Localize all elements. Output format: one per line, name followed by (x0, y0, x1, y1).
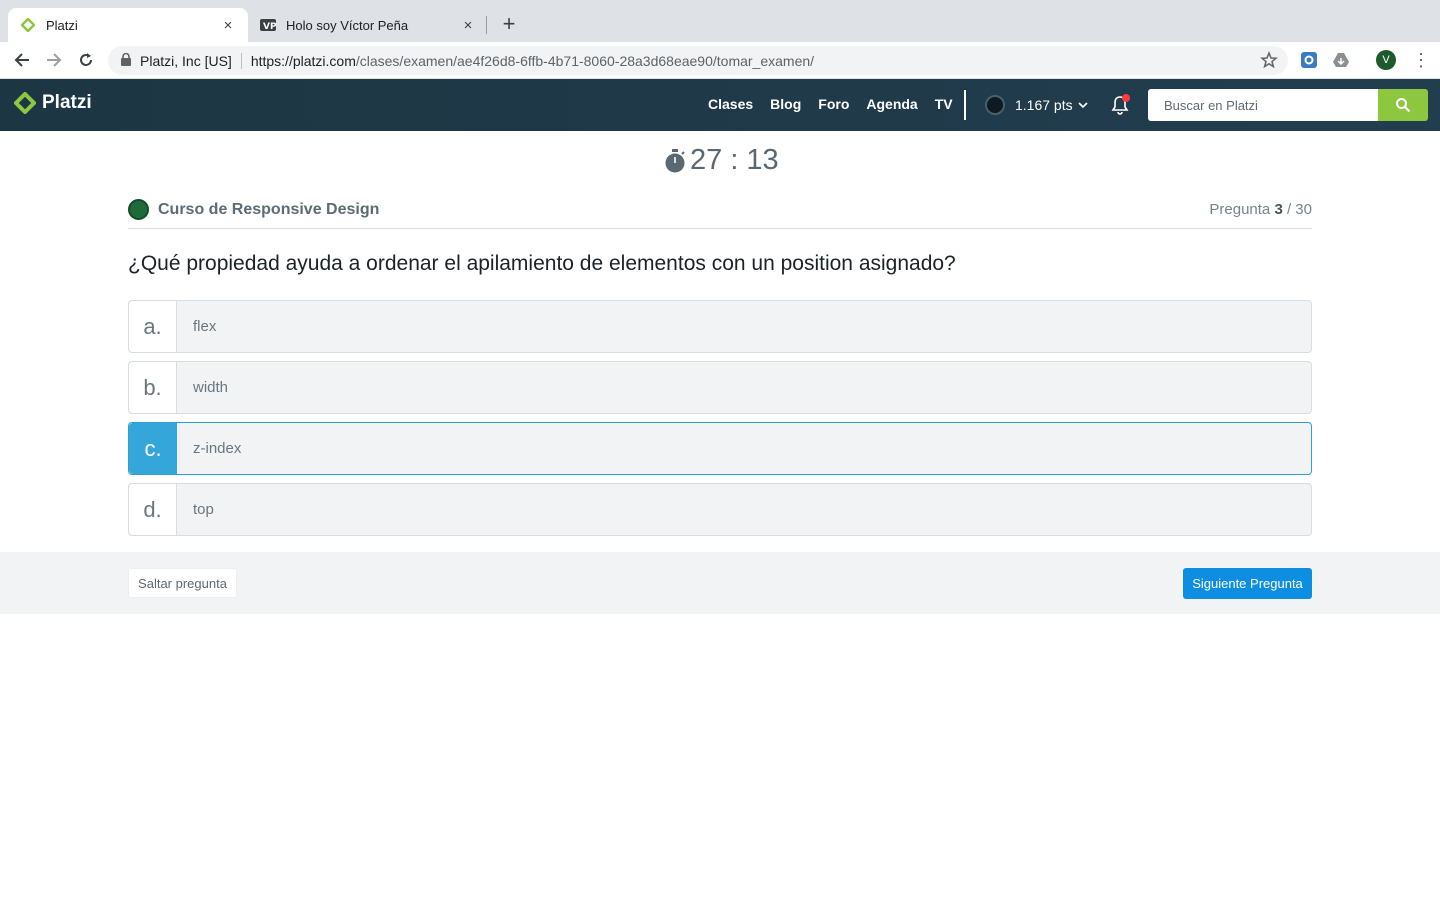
svg-text:VP: VP (263, 22, 276, 32)
option-text: flex (193, 318, 217, 335)
option-text: width (193, 379, 229, 396)
question-label: Pregunta (1209, 201, 1271, 218)
address-bar[interactable]: Platzi, Inc [US] https://platzi.com/clas… (108, 46, 1288, 75)
nav-foro[interactable]: Foro (818, 96, 849, 112)
answer-option-c[interactable]: c. z-index (128, 422, 1312, 475)
omnibox-divider (240, 52, 242, 69)
search-button[interactable] (1378, 89, 1428, 121)
user-avatar (985, 95, 1005, 115)
extension-icon[interactable] (1300, 51, 1318, 69)
site-info[interactable]: Platzi, Inc [US] (140, 53, 232, 69)
question-counter: Pregunta 3 / 30 (1209, 201, 1312, 218)
tab-divider (486, 16, 487, 34)
new-tab-button[interactable]: + (498, 12, 520, 36)
nav-agenda[interactable]: Agenda (866, 96, 917, 112)
next-question-button[interactable]: Siguiente Pregunta (1183, 568, 1312, 599)
user-points-menu[interactable]: 1.167 pts (985, 95, 1089, 115)
nav-clases[interactable]: Clases (708, 96, 753, 112)
url-host: https://platzi.com (250, 52, 356, 69)
nav-tv[interactable]: TV (935, 96, 953, 112)
skip-question-button[interactable]: Saltar pregunta (128, 568, 237, 598)
header-divider (964, 90, 966, 120)
course-badge-icon (128, 199, 149, 220)
forward-arrow-icon[interactable] (42, 49, 66, 71)
logo-text: Platzi (42, 92, 92, 113)
vp-favicon-icon: VP (260, 17, 276, 33)
option-letter: a. (129, 301, 177, 352)
browser-menu-icon[interactable]: ⋮ (1412, 50, 1430, 70)
option-letter: b. (129, 362, 177, 413)
question-text: ¿Qué propiedad ayuda a ordenar el apilam… (128, 252, 956, 275)
site-header: Platzi Clases Blog Foro Agenda TV 1.167 … (0, 79, 1440, 131)
points-label: 1.167 pts (1015, 97, 1073, 113)
profile-avatar[interactable]: V (1376, 50, 1396, 70)
lock-icon (120, 52, 132, 69)
stopwatch-icon (665, 148, 685, 172)
option-letter: c. (129, 423, 177, 474)
url-path: /clases/examen/ae4f26d8-6ffb-4b71-8060-2… (355, 52, 815, 69)
tab-victor[interactable]: VP Holo soy Víctor Peña × (250, 8, 486, 42)
platzi-logo[interactable]: Platzi (14, 92, 92, 114)
tab-platzi[interactable]: Platzi × (8, 8, 248, 42)
browser-toolbar: Platzi, Inc [US] https://platzi.com/clas… (0, 42, 1440, 79)
close-tab-icon[interactable]: × (220, 17, 236, 34)
question-total: / 30 (1286, 201, 1312, 218)
question-current: 3 (1274, 201, 1283, 218)
option-text: top (193, 501, 214, 518)
drive-extension-icon[interactable] (1332, 51, 1350, 69)
notification-dot (1122, 94, 1130, 102)
option-letter: d. (129, 484, 177, 535)
exam-actions-bar: Saltar pregunta Siguiente Pregunta (0, 552, 1440, 614)
chevron-down-icon (1078, 102, 1088, 109)
notifications-bell-icon[interactable] (1110, 94, 1130, 115)
course-title: Curso de Responsive Design (158, 201, 380, 218)
close-tab-icon[interactable]: × (460, 17, 476, 34)
option-text: z-index (193, 440, 242, 457)
exam-timer: 27 : 13 (664, 144, 779, 177)
answer-option-d[interactable]: d. top (128, 483, 1312, 536)
bookmark-star-icon[interactable] (1260, 50, 1278, 72)
search-icon (1396, 98, 1411, 113)
main-nav: Clases Blog Foro Agenda TV (708, 96, 970, 112)
reload-icon[interactable] (74, 49, 98, 71)
tab-title: Holo soy Víctor Peña (286, 17, 409, 33)
platzi-favicon-icon (20, 17, 36, 33)
search-input[interactable] (1148, 89, 1378, 121)
nav-blog[interactable]: Blog (770, 96, 801, 112)
browser-tab-strip: Platzi × VP Holo soy Víctor Peña × + (0, 0, 1440, 42)
course-info-row: Curso de Responsive Design Pregunta 3 / … (128, 198, 1312, 229)
back-arrow-icon[interactable] (10, 49, 34, 71)
answer-option-b[interactable]: b. width (128, 361, 1312, 414)
answer-option-a[interactable]: a. flex (128, 300, 1312, 353)
tab-title: Platzi (46, 17, 78, 33)
platzi-logo-icon (14, 92, 36, 114)
timer-value: 27 : 13 (690, 144, 779, 176)
